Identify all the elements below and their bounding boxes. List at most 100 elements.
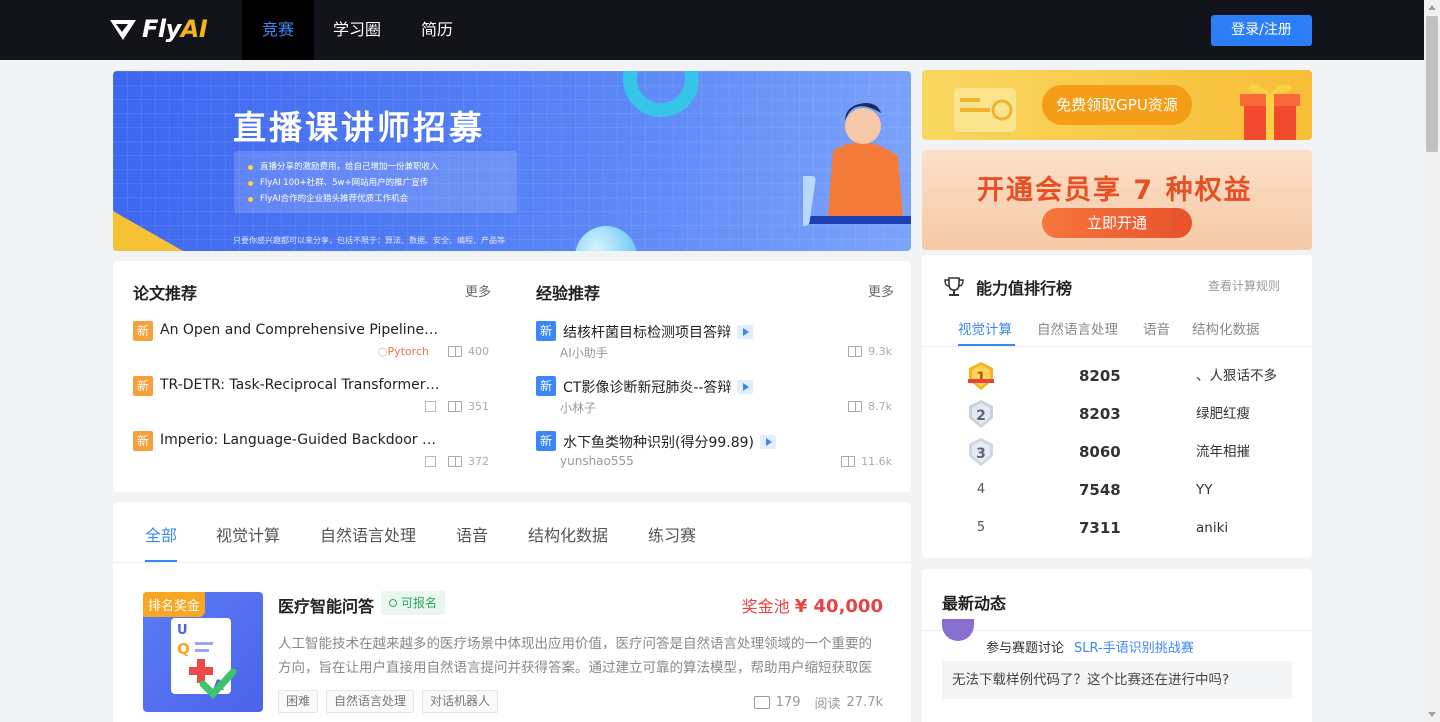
tab-practice[interactable]: 练习赛 <box>648 522 696 546</box>
news-competition-link[interactable]: SLR-手语识别挑战赛 <box>1074 641 1194 656</box>
logo-icon <box>110 20 136 40</box>
nav-learning-circle[interactable]: 学习圈 <box>320 0 394 60</box>
lecturer-recruit-banner[interactable]: 直播课讲师招募 直播分享的激励费用，给自己增加一份兼职收入 FlyAI 100+… <box>113 71 911 251</box>
nav-resume[interactable]: 简历 <box>405 0 469 60</box>
rank-score: 7311 <box>1079 519 1121 537</box>
gpu-card-icon <box>954 88 1016 132</box>
new-badge: 新 <box>133 321 153 341</box>
news-question[interactable]: 无法下载样例代码了？这个比赛还在进行中吗? <box>942 661 1292 699</box>
code-icon <box>425 401 436 412</box>
read-count: 351 <box>425 400 489 413</box>
read-count: 27.7k <box>846 695 883 710</box>
paper-title[interactable]: TR-DETR: Task-Reciprocal Transformer for… <box>160 377 440 393</box>
bronze-medal-icon: 3 <box>969 438 993 466</box>
vip-open-button[interactable]: 立即开通 <box>1042 208 1192 238</box>
news-activity: 参与赛题讨论 SLR-手语识别挑战赛 <box>986 641 1194 656</box>
book-icon <box>448 401 462 412</box>
book-icon <box>848 401 863 412</box>
rank-username[interactable]: YY <box>1196 471 1213 509</box>
ranking-tabs: 视觉计算 自然语言处理 语音 结构化数据 <box>922 315 1312 347</box>
rank-username[interactable]: 绿肥红瘦 <box>1196 395 1250 433</box>
experience-recommend-title: 经验推荐 <box>536 284 601 303</box>
paper-item[interactable]: 新 Imperio: Language-Guided Backdoor Atta… <box>133 431 489 473</box>
experience-item[interactable]: 新 水下鱼类物种识别(得分99.89) yunshao555 11.6k <box>536 431 892 473</box>
rank-row[interactable]: 2 8203 绿肥红瘦 <box>922 395 1312 433</box>
competition-name[interactable]: 医疗智能问答 <box>278 593 374 617</box>
rank-username[interactable]: 、人狠话不多 <box>1196 357 1277 395</box>
paper-more-link[interactable]: 更多 <box>465 281 491 300</box>
framework-tag: ◌Pytorch <box>377 345 429 358</box>
status-badge: 可报名 <box>381 591 446 615</box>
competition-cover[interactable]: U Q A 排名奖金 <box>143 592 263 712</box>
paper-title[interactable]: An Open and Comprehensive Pipeline for U… <box>160 322 440 338</box>
experience-title[interactable]: 结核杆菌目标检测项目答辩 <box>563 322 753 342</box>
scroll-thumb[interactable] <box>1426 16 1438 152</box>
new-badge: 新 <box>133 376 153 396</box>
experience-item[interactable]: 新 CT影像诊断新冠肺炎--答辩 小林子 8.7k <box>536 376 892 418</box>
paper-recommend-title: 论文推荐 <box>133 284 198 303</box>
rank-tab-structured[interactable]: 结构化数据 <box>1192 318 1260 338</box>
competition-tags: 困难 自然语言处理 对话机器人 <box>278 690 499 713</box>
video-play-icon <box>760 435 777 449</box>
free-gpu-label: 免费领取GPU资源 <box>1042 85 1192 125</box>
prize-pool: 奖金池 ¥ 40,000 <box>741 596 883 617</box>
tab-vision[interactable]: 视觉计算 <box>216 522 280 546</box>
rank-username[interactable]: 流年相摧 <box>1196 433 1250 471</box>
paper-title[interactable]: Imperio: Language-Guided Backdoor Attack… <box>160 432 440 448</box>
medical-qa-icon: U Q A <box>171 618 237 700</box>
page-scrollbar[interactable] <box>1424 0 1440 722</box>
free-gpu-promo[interactable]: 免费领取GPU资源 <box>922 70 1312 140</box>
experience-more-link[interactable]: 更多 <box>868 281 894 300</box>
competition-list: 全部 视觉计算 自然语言处理 语音 结构化数据 练习赛 U Q A 排名奖金 医… <box>113 502 911 722</box>
svg-text:3: 3 <box>976 446 986 462</box>
paper-item[interactable]: 新 An Open and Comprehensive Pipeline for… <box>133 321 489 363</box>
read-count: 9.3k <box>848 345 892 358</box>
competition-description: 人工智能技术在越来越多的医疗场景中体现出应用价值，医疗问答是自然语言处理领域的一… <box>278 636 872 676</box>
svg-text:1: 1 <box>976 370 986 386</box>
vip-membership-promo[interactable]: 开通会员享 7 种权益 立即开通 <box>922 150 1312 250</box>
rank-score: 8205 <box>1079 367 1121 385</box>
experience-item[interactable]: 新 结核杆菌目标检测项目答辩 AI小助手 9.3k <box>536 321 892 363</box>
tab-speech[interactable]: 语音 <box>456 522 488 546</box>
comment-count: 179 <box>775 695 801 710</box>
tag-topic: 对话机器人 <box>422 690 499 713</box>
rank-username[interactable]: aniki <box>1196 509 1228 547</box>
banner-title: 直播课讲师招募 <box>233 108 485 147</box>
svg-text:2: 2 <box>976 408 986 424</box>
login-register-button[interactable]: 登录/注册 <box>1211 15 1312 46</box>
new-badge: 新 <box>536 431 556 451</box>
rank-row[interactable]: 4 7548 YY <box>922 471 1312 509</box>
scroll-down-arrow-icon[interactable] <box>1428 712 1436 717</box>
silver-medal-icon: 2 <box>969 400 993 428</box>
rank-row[interactable]: 1 8205 、人狠话不多 <box>922 357 1312 395</box>
rank-score: 8060 <box>1079 443 1121 461</box>
avatar[interactable] <box>942 619 974 641</box>
scroll-up-arrow-icon[interactable] <box>1428 5 1436 10</box>
gold-medal-icon: 1 <box>968 362 994 390</box>
flyai-logo[interactable]: FlyAI <box>110 14 208 44</box>
rank-row[interactable]: 3 8060 流年相摧 <box>922 433 1312 471</box>
ranking-title: 能力值排行榜 <box>976 279 1073 298</box>
experience-author: yunshao555 <box>560 454 634 468</box>
view-rule-link[interactable]: 查看计算规则 <box>1208 277 1280 294</box>
lecturer-illustration-icon <box>803 103 911 226</box>
rank-tab-vision[interactable]: 视觉计算 <box>958 318 1012 338</box>
tab-all[interactable]: 全部 <box>145 522 177 546</box>
paper-item[interactable]: 新 TR-DETR: Task-Reciprocal Transformer f… <box>133 376 489 418</box>
experience-title[interactable]: CT影像诊断新冠肺炎--答辩 <box>563 377 754 397</box>
logo-text: FlyAI <box>142 15 208 43</box>
rank-tab-speech[interactable]: 语音 <box>1143 318 1170 338</box>
experience-title[interactable]: 水下鱼类物种识别(得分99.89) <box>563 432 777 452</box>
book-icon <box>448 346 462 357</box>
nav-competition[interactable]: 竞赛 <box>242 0 314 60</box>
competition-tabs: 全部 视觉计算 自然语言处理 语音 结构化数据 练习赛 <box>113 502 911 563</box>
rank-tab-nlp[interactable]: 自然语言处理 <box>1037 318 1118 338</box>
tab-nlp[interactable]: 自然语言处理 <box>320 522 416 546</box>
tab-structured-data[interactable]: 结构化数据 <box>528 522 608 546</box>
rank-row[interactable]: 5 7311 aniki <box>922 509 1312 547</box>
read-label: 阅读 <box>814 697 841 712</box>
ranking-header: 能力值排行榜 <box>944 275 1072 299</box>
rank-score: 7548 <box>1079 481 1121 499</box>
experience-author: 小林子 <box>560 401 597 415</box>
svg-text:Q: Q <box>177 640 190 658</box>
